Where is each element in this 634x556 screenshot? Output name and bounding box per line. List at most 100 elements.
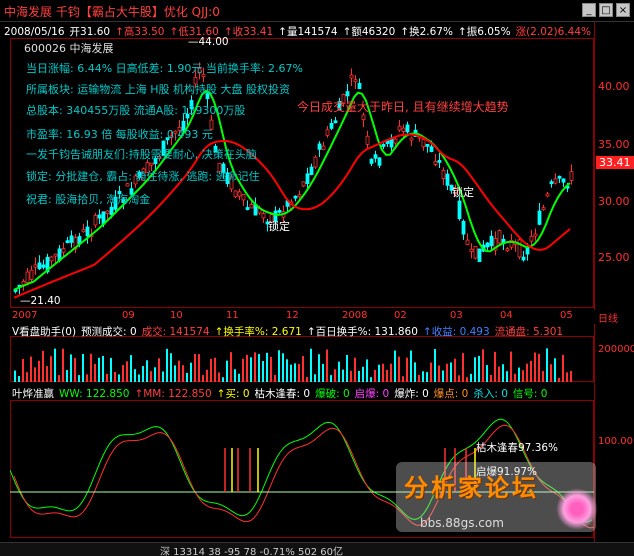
candle-body: [537, 210, 542, 225]
volume-bar: [494, 351, 496, 382]
volume-bar: [442, 370, 444, 382]
volume-bar: [114, 371, 116, 382]
price-tick: 40.00: [598, 80, 630, 93]
volume-bar: [90, 353, 92, 382]
volume-bar: [346, 354, 348, 382]
volume-bar: [278, 350, 280, 382]
candle-body: [353, 79, 358, 83]
quote-field: 开31.60: [69, 26, 111, 38]
indicator-header: 叶烨准赢 WW: 122.850 ↑MM: 122.850 ↑买: 0 枯木逢春: 0 爆…: [12, 386, 552, 401]
candle-body: [65, 240, 70, 244]
volume-bar: [42, 350, 44, 382]
volume-bar: [510, 351, 512, 382]
volume-bar: [334, 369, 336, 382]
candle-body: [549, 181, 554, 185]
candle-body: [545, 193, 550, 197]
candle-body: [357, 82, 362, 89]
candle-body: [381, 144, 386, 147]
candle-body: [409, 137, 414, 141]
candle-body: [445, 173, 450, 186]
volume-field: 流通盘: 5.301: [494, 326, 564, 338]
annotation-line: 总股本: 340455万股 流通A股: 139300万股: [26, 104, 246, 117]
volume-bar: [26, 372, 28, 382]
candle-body: [241, 194, 246, 201]
volume-bar: [74, 358, 76, 382]
volume-bar: [150, 371, 152, 382]
volume-bar: [270, 356, 272, 382]
candle-body: [569, 171, 574, 181]
volume-bar: [422, 371, 424, 382]
volume-field: ↑换手率%: 2.671: [214, 326, 302, 338]
candle-body: [233, 190, 238, 198]
candle-body: [305, 173, 310, 185]
volume-bar: [558, 377, 560, 382]
quote-info-bar: 2008/05/16 开31.60 ↑高33.50 ↑低31.60 ↑收33.41 ↑量1…: [4, 24, 596, 39]
candle-body: [317, 143, 322, 150]
volume-bar: [54, 348, 56, 382]
volume-bar: [154, 367, 156, 382]
volume-bar: [366, 359, 368, 382]
volume-bar: [554, 358, 556, 382]
candle-body: [557, 175, 562, 179]
candle-body: [521, 256, 526, 261]
candle-body: [21, 280, 26, 286]
volume-bar: [566, 372, 568, 382]
candle-body: [361, 114, 366, 121]
volume-bar: [22, 358, 24, 382]
candle-body: [541, 207, 546, 211]
volume-bar: [294, 363, 296, 382]
date-axis: 2007 09 10 11 12 2008 02 03 04 05 日线: [10, 310, 630, 325]
candle-body: [553, 178, 558, 184]
volume-bar: [166, 348, 168, 382]
volume-bar: [342, 369, 344, 382]
candle-body: [473, 246, 478, 259]
volume-bar: [210, 358, 212, 382]
restore-icon[interactable]: □: [599, 3, 613, 17]
candle-body: [365, 135, 370, 145]
lock-label: 锁定: [268, 220, 290, 233]
volume-axis-label: 200000: [598, 344, 634, 355]
candle-body: [433, 160, 438, 165]
close-icon[interactable]: ×: [616, 3, 630, 17]
candle-body: [393, 138, 398, 144]
volume-bar: [130, 355, 132, 382]
volume-bar: [102, 356, 104, 382]
volume-bar: [398, 356, 400, 382]
candle-body: [405, 124, 410, 133]
indicator-field: 叶烨准赢: [12, 388, 54, 400]
candle-body: [325, 129, 330, 136]
volume-bar: [430, 362, 432, 382]
candle-body: [377, 157, 382, 166]
minimize-icon[interactable]: _: [582, 3, 596, 17]
candle-body: [97, 214, 102, 219]
candle-body: [245, 207, 250, 210]
volume-bar: [454, 358, 456, 382]
volume-bar: [382, 363, 384, 382]
volume-bar: [242, 358, 244, 382]
volume-bar: [570, 370, 572, 382]
volume-bar: [282, 353, 284, 382]
volume-bar: [514, 373, 516, 382]
volume-bar: [258, 354, 260, 382]
volume-bar: [322, 363, 324, 382]
volume-bar: [298, 363, 300, 382]
volume-bar: [470, 373, 472, 382]
volume-bar: [386, 369, 388, 382]
title-bar: 中海发展 千钧【霸占大牛股】优化 QJJ:0 _ □ ×: [0, 0, 634, 22]
candle-body: [525, 247, 530, 255]
volume-bar: [142, 366, 144, 382]
status-bar: 深 13314 38 -95 78 -0.71% 502 60亿: [0, 542, 634, 556]
volume-field: ↑收益: 0.493: [422, 326, 490, 338]
volume-bar: [238, 373, 240, 382]
indicator-field: 杀入: 0: [473, 388, 508, 400]
volume-chart: [14, 348, 572, 382]
candle-body: [425, 143, 430, 147]
candle-body: [429, 146, 434, 153]
volume-bar: [414, 362, 416, 382]
candle-body: [457, 200, 462, 220]
quote-field: ↑振6.05%: [457, 26, 511, 38]
volume-bar: [182, 365, 184, 382]
volume-bar: [538, 353, 540, 382]
volume-bar: [506, 371, 508, 382]
volume-bar: [290, 364, 292, 382]
